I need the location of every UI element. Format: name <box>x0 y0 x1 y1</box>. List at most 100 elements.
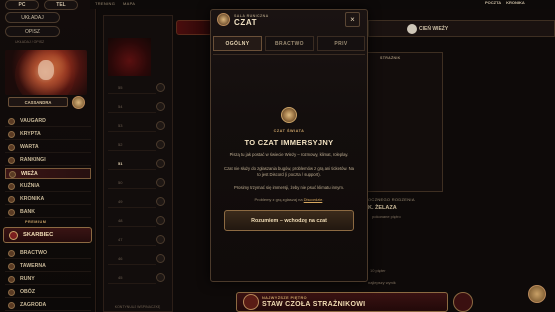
sidebar-item-wieza[interactable]: WIEŻA <box>5 168 91 179</box>
sidebar-item-label: KUŹNIA <box>20 183 40 189</box>
sidebar-item-kronika[interactable]: KRONIKA <box>5 194 91 205</box>
floor-row[interactable]: 53 <box>108 120 156 132</box>
tab-bractwo[interactable]: BRACTWO <box>265 36 314 51</box>
floor-number: 49 <box>118 199 123 204</box>
note-prefix: Problemy z grą zgłaszaj na <box>254 197 304 202</box>
kronika-icon <box>8 196 15 203</box>
discord-note: Problemy z grą zgłaszaj na Discordzie. <box>210 197 368 202</box>
tawerna-icon <box>8 263 15 270</box>
floor-row[interactable]: 48 <box>108 215 156 227</box>
sidebar-item-bank[interactable]: BANK <box>5 207 91 218</box>
floor-marker-icon[interactable] <box>156 83 165 92</box>
floor-row[interactable]: 50 <box>108 177 156 189</box>
ukladaj-button[interactable]: UKŁADAJ <box>5 12 60 23</box>
sidebar-item-bractwo[interactable]: BRACTWO <box>5 248 91 259</box>
floor-marker-icon[interactable] <box>156 197 165 206</box>
floor-number: 46 <box>118 256 123 261</box>
sidebar-item-label: ZAGRODA <box>20 302 47 308</box>
floor-number: 55 <box>118 85 123 90</box>
character-medal-icon[interactable] <box>72 96 85 109</box>
banner-title: STAW CZOŁA STRAŻNIKOWI <box>262 301 366 308</box>
cien-wiezy-tab[interactable]: CIEŃ WIEŻY <box>368 20 555 37</box>
sidebar-item-label: BRACTWO <box>20 250 48 256</box>
guardian-card <box>355 52 443 192</box>
paragraph-1: Piszą tu jak postać w świecie Wieży – ro… <box>229 152 349 157</box>
tab-tel[interactable]: TEL <box>44 0 78 10</box>
sidebar-item-label: KRYPTA <box>20 131 41 137</box>
content-title: TO CZAT IMMERSYJNY <box>244 138 334 147</box>
opisz-button[interactable]: OPISZ <box>5 26 60 37</box>
vaugard-icon <box>8 118 15 125</box>
floor-marker-icon[interactable] <box>156 235 165 244</box>
sidebar-item-label: OBÓZ <box>20 289 35 295</box>
modal-title: CZAT <box>234 18 258 27</box>
chat-toggle-icon[interactable] <box>528 285 546 303</box>
red-tab[interactable] <box>176 20 212 35</box>
sidebar-item-label: TAWERNA <box>20 263 46 269</box>
floor-marker-icon[interactable] <box>156 140 165 149</box>
floor-marker-icon[interactable] <box>156 254 165 263</box>
premium-label: PREMIUM <box>25 220 47 224</box>
discord-link[interactable]: Discordzie <box>304 197 323 202</box>
bank-icon <box>8 209 15 216</box>
topbar-trening[interactable]: TRENING <box>95 1 115 6</box>
accept-chat-button[interactable]: Rozumiem – wchodzę na czat <box>224 210 354 231</box>
wieza-icon <box>9 171 16 178</box>
floor-row[interactable]: 55 <box>108 82 156 94</box>
floor-marker-icon[interactable] <box>156 216 165 225</box>
oboz-icon <box>8 289 15 296</box>
floor-marker-icon[interactable] <box>156 159 165 168</box>
tower-image <box>108 38 151 76</box>
floor-row[interactable]: 45 <box>108 272 156 284</box>
guardian-footer1: 10 pięter <box>370 268 386 273</box>
sidebar-item-oboz[interactable]: OBÓZ <box>5 287 91 298</box>
floor-number: 54 <box>118 104 123 109</box>
topbar-kronika[interactable]: KRONIKA <box>506 0 525 5</box>
floor-marker-icon[interactable] <box>156 273 165 282</box>
skarbiec-icon <box>9 231 18 240</box>
sidebar-item-krypta[interactable]: KRYPTA <box>5 129 91 140</box>
floor-row[interactable]: 54 <box>108 101 156 113</box>
banner-right-icon[interactable] <box>453 292 473 312</box>
floor-marker-icon[interactable] <box>156 121 165 130</box>
sidebar-item-kuznia[interactable]: KUŹNIA <box>5 181 91 192</box>
floor-number: 47 <box>118 237 123 242</box>
floor-row[interactable]: 52 <box>108 139 156 151</box>
warta-icon <box>8 144 15 151</box>
sidebar-item-tawerna[interactable]: TAWERNA <box>5 261 91 272</box>
sidebar-item-rankingi[interactable]: RANKINGI <box>5 155 91 166</box>
tab-ogolny[interactable]: OGÓLNY <box>213 36 262 51</box>
sidebar-item-zagroda[interactable]: ZAGRODA <box>5 300 91 311</box>
character-name[interactable]: CASSANDRA <box>8 97 68 107</box>
guardian-icon <box>243 294 259 310</box>
sidebar-item-vaugard[interactable]: VAUGARD <box>5 116 91 127</box>
floor-row[interactable]: 51 <box>108 158 156 170</box>
close-icon[interactable]: × <box>345 12 360 27</box>
sidebar-item-label: VAUGARD <box>20 118 46 124</box>
runy-icon <box>8 276 15 283</box>
skarbiec-button[interactable]: SKARBIEC <box>3 227 92 243</box>
floor-row[interactable]: 49 <box>108 196 156 208</box>
krypta-icon <box>8 131 15 138</box>
tab-pc[interactable]: PC <box>5 0 39 10</box>
topbar-mapa[interactable]: MAPA <box>123 1 135 6</box>
paragraph-3: Prosimy trzymać się immersji, żeby nie p… <box>233 185 345 190</box>
tab-priv[interactable]: PRIV <box>317 36 365 51</box>
sidebar-item-label: WIEŻA <box>21 170 38 177</box>
character-portrait <box>5 50 87 95</box>
floor-marker-icon[interactable] <box>156 178 165 187</box>
floor-row[interactable]: 47 <box>108 234 156 246</box>
guardian-tag: STRAŻNIK <box>380 56 401 60</box>
floor-marker-icon[interactable] <box>156 102 165 111</box>
topbar-poczta[interactable]: POCZTA <box>485 0 501 5</box>
floor-number: 50 <box>118 180 123 185</box>
sidebar-item-runy[interactable]: RUNY <box>5 274 91 285</box>
guardian-caption: OCZNEGO RODZENIA <box>368 197 415 202</box>
sidebar-item-warta[interactable]: WARTA <box>5 142 91 153</box>
rune-emblem-icon <box>217 13 230 26</box>
sidebar-item-label: RUNY <box>20 276 35 282</box>
floor-row[interactable]: 46 <box>108 253 156 265</box>
guardian-title: K. ŻELAZA <box>368 205 397 211</box>
floor-number: 48 <box>118 218 123 223</box>
floor-number: 53 <box>118 123 123 128</box>
